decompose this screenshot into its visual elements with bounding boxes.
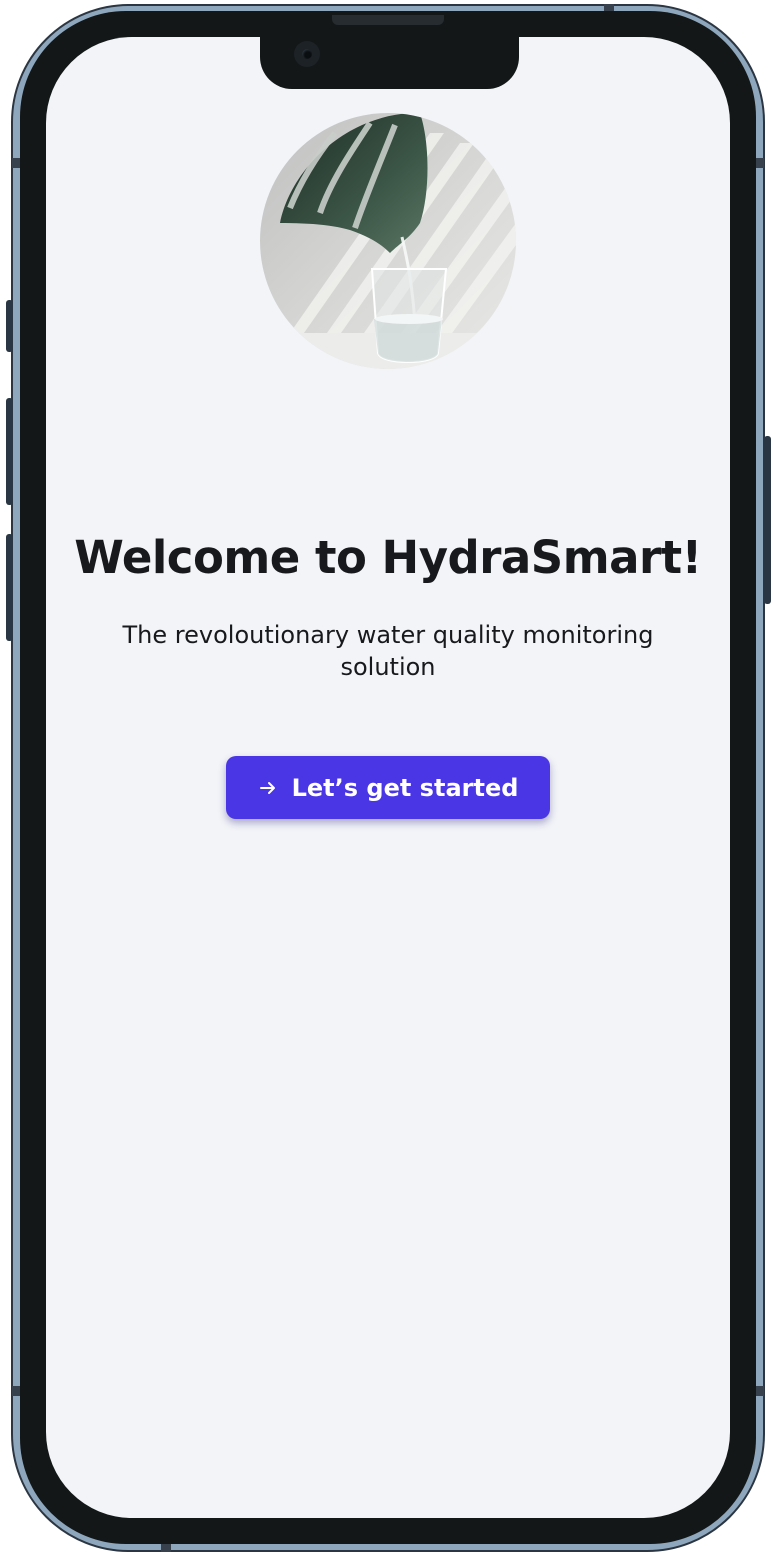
notch bbox=[260, 37, 519, 89]
arrow-right-icon bbox=[258, 778, 278, 798]
antenna-band bbox=[755, 158, 764, 168]
get-started-button[interactable]: Let’s get started bbox=[226, 756, 550, 819]
antenna-band bbox=[755, 1386, 764, 1396]
welcome-title: Welcome to HydraSmart! bbox=[74, 531, 702, 584]
app-screen: Welcome to HydraSmart! The revoloutionar… bbox=[46, 37, 730, 1518]
volume-up-button bbox=[6, 398, 13, 505]
get-started-label: Let’s get started bbox=[291, 773, 519, 802]
antenna-band bbox=[161, 1543, 171, 1552]
hero-image bbox=[260, 113, 516, 369]
earpiece-speaker bbox=[332, 15, 444, 25]
volume-down-button bbox=[6, 534, 13, 641]
front-camera bbox=[294, 41, 320, 67]
power-button bbox=[764, 436, 771, 604]
welcome-subtitle: The revoloutionary water quality monitor… bbox=[122, 621, 654, 681]
mute-switch bbox=[6, 300, 13, 352]
